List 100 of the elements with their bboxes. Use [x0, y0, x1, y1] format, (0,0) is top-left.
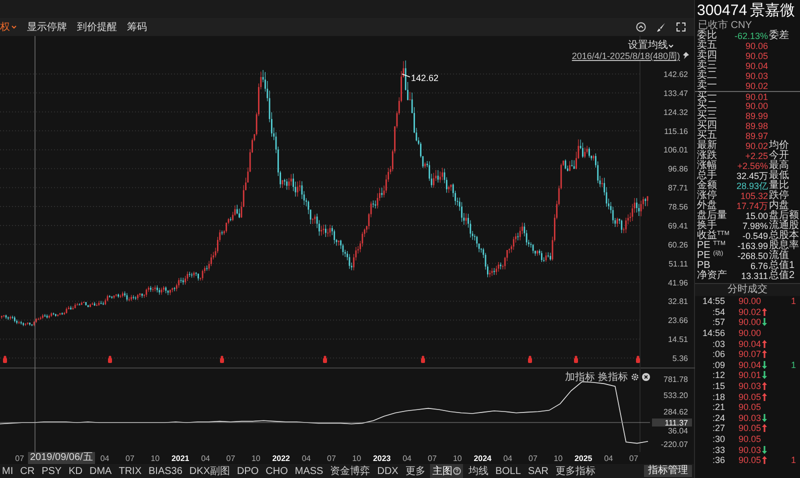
time-axis-label: 10 — [552, 454, 564, 462]
indicator-tab[interactable]: BOLL — [493, 466, 523, 476]
trade-time: :15 — [711, 381, 725, 392]
indicator-tab[interactable]: 资金博弈 — [328, 464, 372, 478]
quote-label: 涨跌 — [697, 151, 718, 161]
time-axis-label: 10 — [150, 454, 161, 462]
collapse-icon[interactable] — [636, 22, 646, 32]
quote-label: 盘后量 — [697, 211, 728, 221]
indicator-tab[interactable]: MASS — [292, 466, 326, 476]
ma-settings-dropdown[interactable]: 设置均线 — [628, 38, 674, 52]
indicator-action-link[interactable]: 加指标 — [565, 370, 595, 384]
quote-label: 买一 — [697, 92, 718, 102]
quote-value: -163.99 — [736, 241, 768, 251]
market-status: 已收市 CNY — [698, 20, 753, 31]
caret-icon — [668, 44, 674, 48]
toolbar-item[interactable]: 到价提醒 — [77, 20, 117, 34]
toolbar-item[interactable]: 筹码 — [127, 20, 147, 34]
quote-label: PB — [697, 261, 710, 271]
indicator-tab[interactable]: DMA — [87, 466, 114, 476]
time-axis-label: 2022 — [271, 454, 291, 462]
quote-label: 委差 — [769, 31, 790, 41]
quote-label: 净资产 — [697, 271, 728, 281]
price-tick: 133.47 — [664, 88, 688, 98]
trade-time: :57 — [711, 317, 725, 328]
toolbar-dropdown[interactable]: 权 — [0, 20, 17, 34]
quote-value: 90.06 — [744, 41, 768, 51]
quote-label: 最新 — [697, 141, 718, 151]
quote-label: PE $^{(动)}$ — [697, 251, 724, 261]
quote-value: 6.76 — [749, 261, 768, 271]
indicator-tab[interactable]: PSY — [40, 466, 64, 476]
quote-value: 28.93亿 — [735, 181, 768, 191]
stock-code: 300474 — [697, 2, 748, 18]
price-tick: 69.41 — [668, 221, 688, 230]
trade-volume: 1 — [790, 296, 796, 306]
trade-time: :21 — [711, 402, 725, 412]
trade-time: :33 — [711, 444, 725, 455]
marker-icon — [421, 356, 425, 363]
marker-icon — [636, 356, 640, 363]
pin-icon[interactable] — [682, 51, 690, 59]
trade-time: :06 — [711, 349, 725, 360]
indicator-tab[interactable]: KD — [66, 466, 84, 476]
trades-header: 分时成交 — [695, 283, 800, 296]
trade-price: 90.03 — [737, 412, 761, 423]
trade-time: :18 — [711, 392, 725, 402]
quote-label: 均价 — [769, 141, 790, 151]
quote-value: +2.25 — [744, 151, 768, 161]
indicator-tab[interactable]: DDX — [375, 466, 400, 476]
trade-price: 90.03 — [737, 444, 761, 455]
quote-label: 股息率 — [769, 241, 799, 251]
marker-icon — [323, 356, 327, 363]
indicator-action-link[interactable]: 换指标 — [598, 370, 628, 384]
quote-value: 89.99 — [744, 111, 768, 121]
quote-label: 量比 — [769, 181, 790, 191]
indicator-tab[interactable]: MI — [0, 466, 16, 476]
price-tick: 106.01 — [664, 146, 688, 155]
time-axis-label: 10 — [452, 454, 463, 462]
trade-price: 90.00 — [737, 328, 761, 338]
indicator-tab[interactable]: TRIX — [116, 466, 144, 476]
trade-time: :36 — [711, 455, 725, 466]
close-icon[interactable] — [642, 373, 650, 381]
marker-icon — [3, 356, 7, 363]
quote-label: 今开 — [769, 151, 790, 161]
price-tick: 5.36 — [672, 354, 688, 363]
indicator-manage-button[interactable]: 指标管理 — [644, 465, 692, 477]
indicator-tab[interactable]: CHO — [264, 466, 290, 476]
indicator-tab[interactable]: 均线 — [466, 464, 490, 478]
quote-label: 委比 — [697, 31, 718, 41]
trade-price: 90.05 — [737, 455, 761, 466]
time-axis-label: 2023 — [372, 454, 392, 462]
quote-label: 换手 — [697, 221, 717, 231]
price-tick: 51.11 — [668, 259, 688, 268]
price-tick: 142.62 — [664, 70, 688, 79]
indicator-tab[interactable]: 更多 — [403, 464, 428, 478]
indicator-tab[interactable]: CR — [18, 466, 37, 476]
quote-value: 90.02 — [744, 141, 768, 151]
quote-value: 90.02 — [744, 81, 768, 91]
indicator-tab[interactable]: SAR — [526, 466, 550, 476]
date-range-link[interactable]: 2016/4/1-2025/8/18(480周) — [572, 50, 680, 63]
toolbar-item[interactable]: 显示停牌 — [27, 20, 67, 34]
time-axis-label: 04 — [300, 454, 312, 462]
settings-icon[interactable] — [631, 373, 639, 381]
indicator-tab[interactable]: DPO — [234, 466, 261, 476]
quote-label: 最高 — [769, 161, 790, 171]
indicator-tab[interactable]: DKX副图 — [187, 464, 232, 478]
marker-icon — [108, 356, 112, 363]
quote-label: 卖二 — [697, 71, 718, 81]
quote-label: 盘后额 — [769, 211, 799, 221]
brush-icon[interactable] — [656, 22, 666, 32]
quote-label: 总手 — [697, 171, 718, 181]
indicator-tab[interactable]: 更多指标 — [554, 464, 598, 478]
fullscreen-icon[interactable] — [676, 22, 686, 32]
trade-volume: 1 — [790, 360, 796, 370]
quote-value: 7.98% — [741, 221, 768, 231]
time-axis-label: 07 — [426, 454, 438, 462]
indicator-tab[interactable]: 主图 — [430, 464, 464, 478]
trade-price: 90.05 — [737, 392, 761, 402]
quote-label: 买二 — [697, 101, 718, 111]
quote-value: 90.04 — [744, 61, 768, 71]
indicator-tab[interactable]: BIAS36 — [146, 466, 184, 476]
quote-label: 买四 — [697, 121, 718, 131]
